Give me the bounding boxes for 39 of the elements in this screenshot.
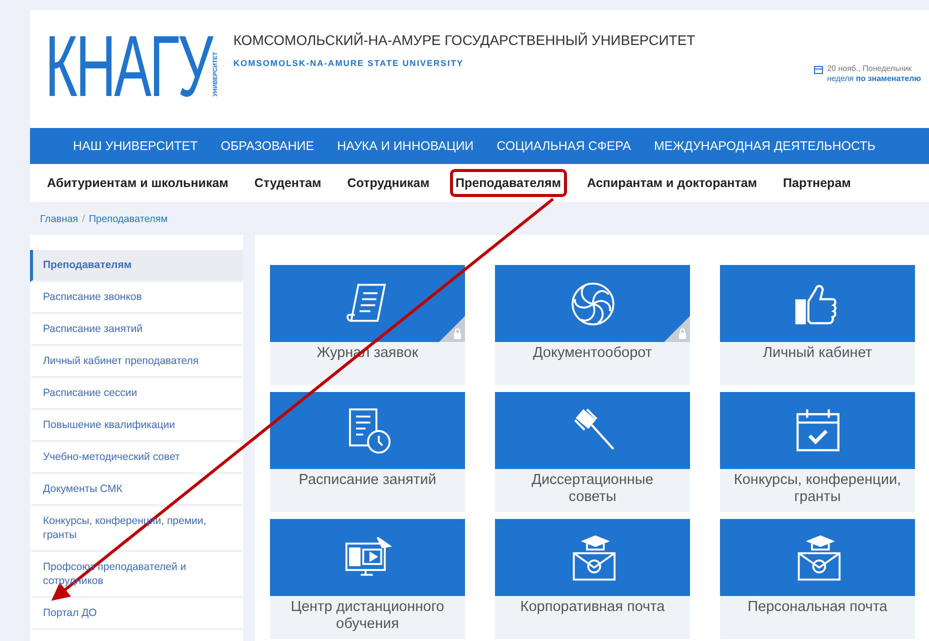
service-tile[interactable]: Личный кабинет [720, 265, 915, 385]
service-tile[interactable]: Персональная почта [720, 519, 915, 639]
service-tile[interactable]: Конкурсы, конференции, гранты [720, 392, 915, 512]
main-nav-link[interactable]: МЕЖДУНАРОДНАЯ ДЕЯТЕЛЬНОСТЬ [654, 139, 876, 153]
calendar-check-icon [794, 406, 842, 454]
tile-label: Расписание занятий [298, 471, 438, 490]
service-tile[interactable]: Расписание занятий [270, 392, 465, 512]
main-nav-link[interactable]: НАУКА И ИННОВАЦИИ [337, 139, 474, 153]
audience-link[interactable]: Абитуриентам и школьникам [41, 169, 234, 197]
tile-label: Конкурсы, конференции, гранты [732, 471, 902, 507]
tile-label: Диссертационные советы [530, 471, 654, 507]
flower-icon [568, 280, 616, 328]
audience-link[interactable]: Аспирантам и докторантам [581, 169, 764, 197]
service-tile[interactable]: Центр дистанционного обучения [270, 519, 465, 639]
tile-label: Документооборот [532, 344, 654, 363]
tile-label: Центр дистанционного обучения [290, 598, 446, 634]
service-tile[interactable]: Корпоративная почта [495, 519, 690, 639]
main-nav-link[interactable]: ОБРАЗОВАНИЕ [220, 139, 314, 153]
university-logo[interactable]: КНАГУ [45, 28, 212, 106]
date-text: 20 нояб., Понедельник [827, 64, 913, 74]
service-tile[interactable]: Диссертационные советы [495, 392, 690, 512]
main-nav-link[interactable]: НАШ УНИВЕРСИТЕТ [73, 139, 198, 153]
main-nav-link[interactable]: СОЦИАЛЬНАЯ СФЕРА [496, 139, 631, 153]
university-name: КОМСОМОЛЬСКИЙ-НА-АМУРЕ ГОСУДАРСТВЕННЫЙ УНИВЕРСИТЕТ [233, 32, 696, 48]
service-tile[interactable]: Документооборот [495, 265, 690, 385]
week-text: неделя по знаменателю [827, 74, 921, 84]
university-name-english: KOMSOMOLSK-NA-AMURE STATE UNIVERSITY [233, 58, 465, 68]
tile-label: Персональная почта [746, 598, 888, 617]
sidebar-item[interactable]: Преподавателям [30, 250, 243, 282]
audience-link[interactable]: Партнерам [777, 169, 857, 197]
tile-label: Корпоративная почта [519, 598, 666, 617]
audience-link[interactable]: Сотрудникам [341, 169, 436, 197]
breadcrumb-link[interactable]: Главная [40, 214, 78, 225]
tile-label: Личный кабинет [762, 344, 874, 363]
audience-link[interactable]: Студентам [248, 169, 328, 197]
breadcrumb-separator: / [82, 214, 85, 225]
audience-link[interactable]: Преподавателям [450, 169, 568, 197]
breadcrumb-link[interactable]: Преподавателям [88, 214, 168, 225]
calendar-icon [814, 65, 824, 74]
